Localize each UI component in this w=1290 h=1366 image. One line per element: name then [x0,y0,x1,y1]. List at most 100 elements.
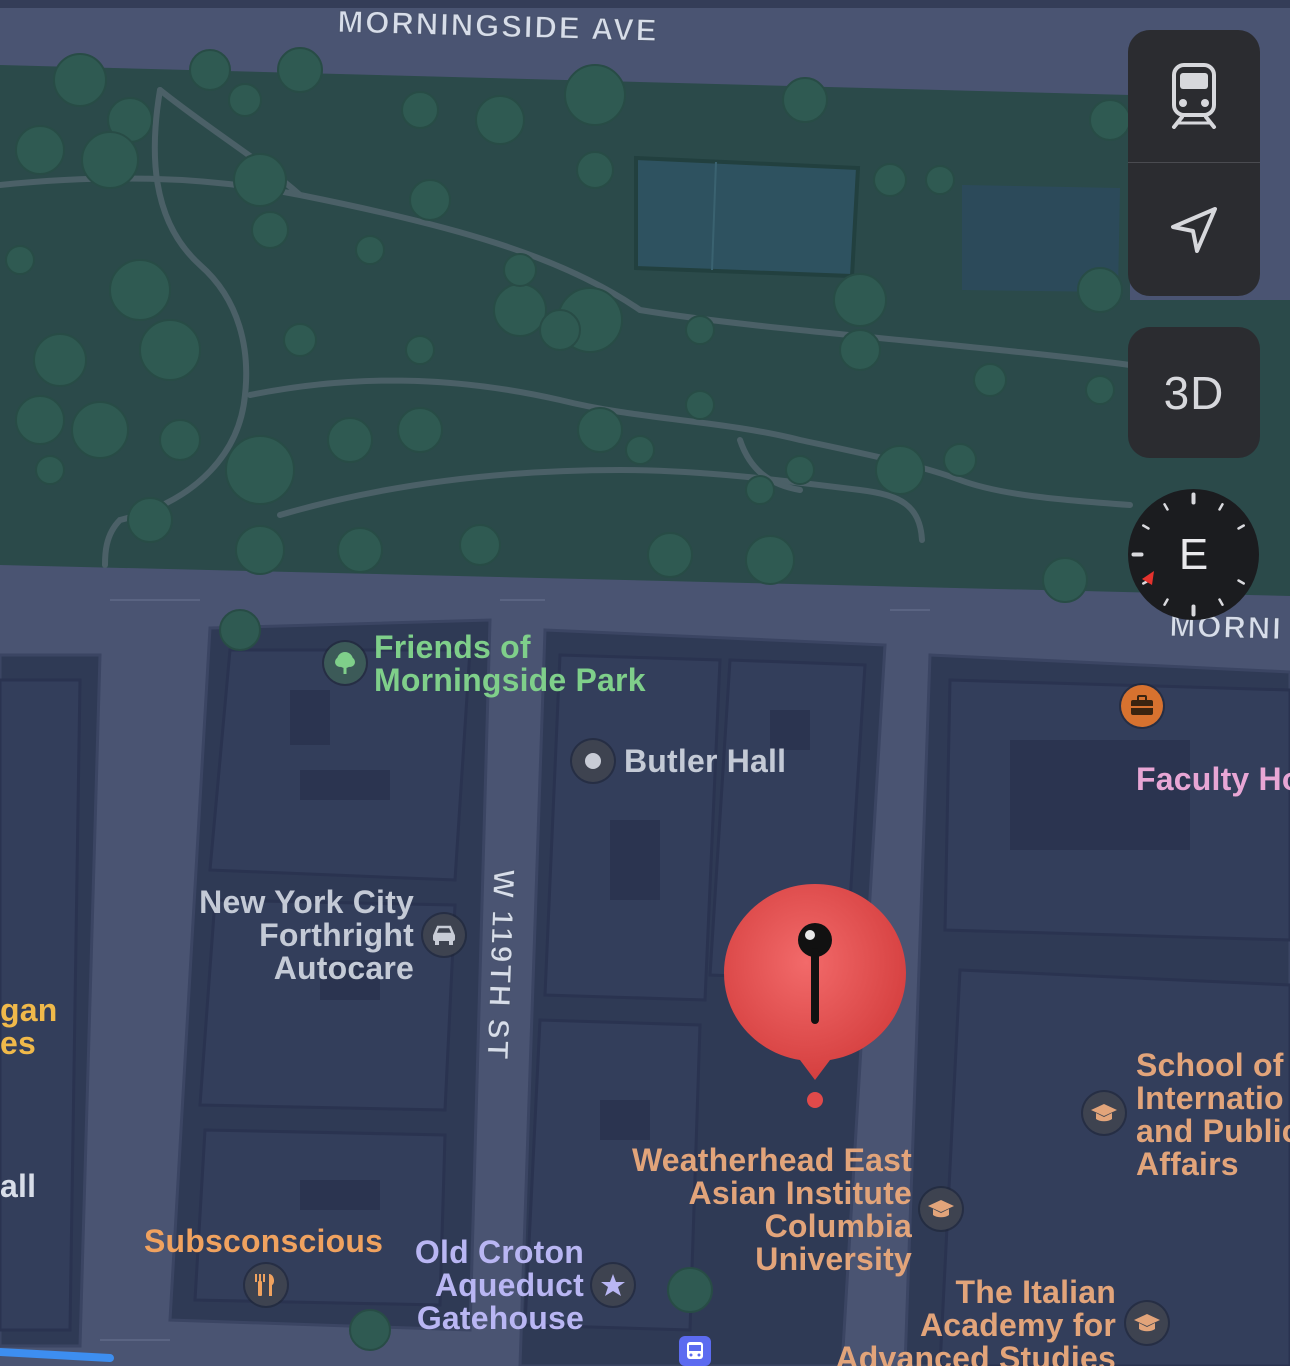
poi-label-friends-of-morningside-park[interactable]: Friends of Morningside Park [374,631,646,697]
poi-label-old-croton-aqueduct-gatehouse[interactable]: Old Croton Aqueduct Gatehouse [380,1236,584,1335]
poi-label-line: gan [0,992,58,1028]
tree-canopy [5,245,35,275]
tree-canopy [685,315,715,345]
tree-canopy [925,165,955,195]
tree-canopy [625,435,655,465]
poi-label-line: and Public [1136,1113,1290,1149]
tree-canopy [875,445,925,495]
dropped-pin[interactable] [724,882,906,1112]
poi-label-line: Aqueduct [434,1267,584,1303]
tree-canopy [355,235,385,265]
tree-canopy [785,455,815,485]
compass-heading-label: E [1178,529,1209,579]
tree-canopy [503,253,537,287]
tree-canopy [15,395,65,445]
poi-label-line: Academy for [919,1307,1116,1343]
poi-label-weatherhead-east-asian-institute[interactable]: Weatherhead East Asian Institute Columbi… [560,1144,912,1276]
graduation-cap-icon[interactable] [1126,1302,1168,1344]
tree-canopy [973,363,1007,397]
compass[interactable]: E [1128,489,1259,620]
bus-icon[interactable] [679,1336,711,1366]
poi-label-line: Forthright [259,917,414,953]
fork-knife-icon[interactable] [245,1264,287,1306]
location-arrow-icon [1171,206,1217,253]
tree-canopy [219,609,261,651]
poi-label-italian-academy[interactable]: The Italian Academy for Advanced Studies [760,1276,1116,1366]
tree-canopy [576,151,614,189]
tree-canopy [1089,99,1131,141]
tree-canopy [251,211,289,249]
tree-canopy [228,83,262,117]
star-icon[interactable] [592,1264,634,1306]
poi-label-forthright-autocare[interactable]: New York City Forthright Autocare [150,886,414,985]
graduation-cap-icon[interactable] [920,1188,962,1230]
poi-label-faculty-house[interactable]: Faculty Ho [1136,763,1290,796]
poi-label-line: Autocare [273,950,414,986]
poi-label-line: School of [1136,1047,1284,1083]
tree-canopy [493,283,547,337]
car-icon[interactable] [423,914,465,956]
tree-canopy [127,497,173,543]
map-controls-group [1128,30,1260,296]
graduation-cap-icon[interactable] [1083,1092,1125,1134]
poi-label-line: Old Croton [414,1234,584,1270]
poi-label-line: Morningside Park [374,662,646,698]
tree-canopy [459,524,501,566]
tree-canopy [109,259,171,321]
map-view[interactable]: MORNINGSIDE AVE MORNI W 119TH ST Friends… [0,0,1290,1366]
tree-canopy [1042,557,1088,603]
tree-canopy [782,77,828,123]
tree-canopy [943,443,977,477]
poi-label-line: es [0,1025,36,1061]
poi-label-butler-hall[interactable]: Butler Hall [624,745,786,778]
tree-canopy [81,131,139,189]
dot-icon[interactable] [572,740,614,782]
pushpin-icon [724,884,906,1108]
tree-canopy [577,407,623,453]
poi-label-line: The Italian [955,1274,1116,1310]
view-3d-button[interactable]: 3D [1128,327,1260,458]
tree-canopy [873,163,907,197]
tree-canopy [475,95,525,145]
poi-label-line: Advanced Studies [835,1340,1116,1366]
tree-canopy [839,329,881,371]
poi-label-line: Affairs [1136,1146,1239,1182]
tree-canopy [337,527,383,573]
poi-label-edge-hall[interactable]: all [0,1170,36,1203]
tree-canopy [1085,375,1115,405]
briefcase-icon[interactable] [1121,685,1163,727]
tree-canopy [1077,267,1123,313]
poi-label-line: Weatherhead East [631,1142,912,1178]
tree-canopy [277,47,323,93]
poi-label-line: Gatehouse [416,1300,584,1336]
poi-label-edge-partial[interactable]: gan es [0,994,58,1060]
tree-canopy [327,417,373,463]
tree-canopy [15,125,65,175]
tree-canopy [685,390,715,420]
tree-canopy [745,475,775,505]
tree-canopy [405,335,435,365]
tree-canopy [35,455,65,485]
poi-label-line: Asian Institute [688,1175,912,1211]
poi-label-subsconscious[interactable]: Subsconscious [144,1225,383,1258]
tree-canopy [539,309,581,351]
current-location-button[interactable] [1128,163,1260,296]
poi-label-line: Internatio [1136,1080,1284,1116]
tree-canopy [225,435,295,505]
tree-icon[interactable] [324,642,366,684]
transit-button[interactable] [1128,30,1260,162]
poi-label-school-of-international-affairs[interactable]: School of Internatio and Public Affairs [1136,1049,1290,1181]
tree-canopy [647,532,693,578]
tree-canopy [745,535,795,585]
tree-canopy [283,323,317,357]
tree-canopy [139,319,201,381]
tree-canopy [401,91,439,129]
street-label-w-119th-st: W 119TH ST [480,868,521,1062]
view-3d-group: 3D [1128,327,1260,458]
tree-canopy [564,64,626,126]
poi-label-line: Columbia [764,1208,912,1244]
tree-canopy [71,401,129,459]
tree-canopy [409,179,451,221]
tree-canopy [397,407,443,453]
tree-canopy [833,273,887,327]
